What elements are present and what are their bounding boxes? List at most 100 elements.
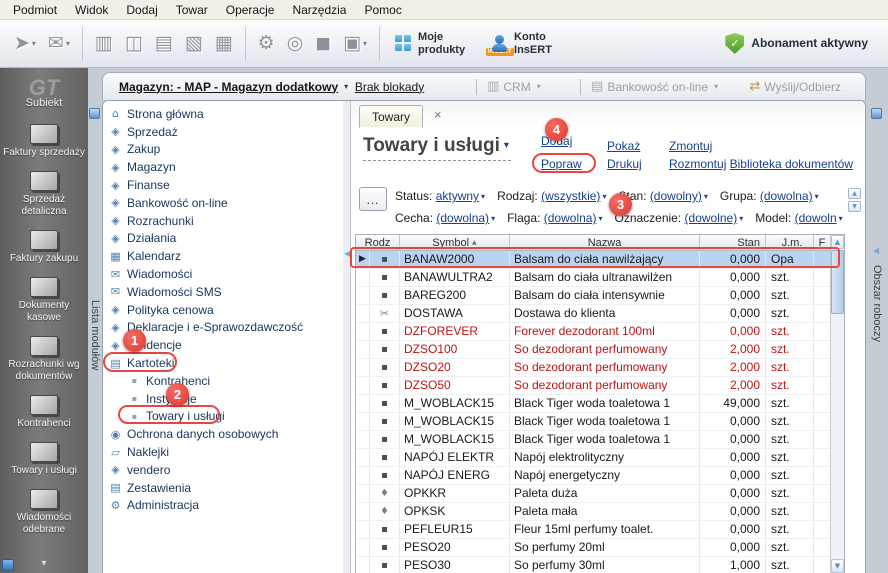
tree-item-instytucje[interactable]: ▪Instytucje [103, 390, 343, 408]
menu-narzedzia[interactable]: Narzędzia [283, 1, 355, 19]
menu-widok[interactable]: Widok [66, 1, 117, 19]
printer-button[interactable]: ▦ [209, 29, 239, 58]
table-row[interactable]: ▪PESO20So perfumy 20ml0,000szt. [356, 539, 831, 557]
moje-produkty-button[interactable]: Moje produkty [386, 27, 481, 60]
collapse-left-icon[interactable]: ◀ [873, 246, 879, 255]
pokaz-link[interactable]: Pokaż [607, 139, 640, 153]
tree-item-towary-i-uslugi[interactable]: ▪Towary i usługi [103, 408, 343, 426]
filter-up-icon[interactable]: ▲ [848, 188, 861, 199]
table-row[interactable]: ▶▪BANAW2000Balsam do ciała nawilżający0,… [356, 251, 831, 269]
more-filters-button[interactable]: … [359, 187, 387, 211]
documents-stack-button[interactable]: ▤ [149, 29, 179, 58]
tree-item-polityka-cenowa[interactable]: ◈Polityka cenowa [103, 301, 343, 319]
panel-splitter[interactable]: ◀ [343, 101, 351, 573]
tree-item-naklejki[interactable]: ▱Naklejki [103, 443, 343, 461]
filter-value-dropdown[interactable]: (dowolna) [544, 211, 597, 225]
table-row[interactable]: ▪DZSO100So dezodorant perfumowany2,000sz… [356, 341, 831, 359]
zmontuj-link[interactable]: Zmontuj [669, 139, 712, 153]
filter-down-icon[interactable]: ▼ [848, 201, 861, 212]
scrollbar-thumb[interactable] [831, 250, 844, 314]
collapse-tree-icon[interactable]: ◀ [344, 249, 350, 258]
tree-item-bankowosc-on-line[interactable]: ◈Bankowość on-line [103, 194, 343, 212]
scroll-up-icon[interactable]: ▲ [831, 235, 844, 249]
abonament-button[interactable]: ✓ Abonament aktywny [713, 28, 880, 59]
tree-item-kalendarz[interactable]: ▦Kalendarz [103, 247, 343, 265]
cube-button[interactable]: ◼ [309, 29, 337, 58]
table-row[interactable]: ▪DZSO50So dezodorant perfumowany2,000szt… [356, 377, 831, 395]
close-tab-button[interactable]: × [431, 108, 445, 121]
tree-item-ewidencje[interactable]: ◈Ewidencje [103, 336, 343, 354]
send-button[interactable]: ➤▾ [8, 29, 42, 58]
mail-button[interactable]: ✉▾ [42, 29, 76, 58]
tree-item-magazyn[interactable]: ◈Magazyn [103, 158, 343, 176]
column-header-stan[interactable]: Stan [700, 235, 766, 250]
scroll-down-icon[interactable]: ▼ [831, 559, 844, 573]
tree-item-wiadomosci-sms[interactable]: ✉Wiadomości SMS [103, 283, 343, 301]
menu-towar[interactable]: Towar [167, 1, 217, 19]
warehouse-selector[interactable]: Magazyn: - MAP - Magazyn dodatkowy ▾ [119, 80, 355, 94]
workspace-pin-icon[interactable] [871, 108, 882, 119]
filter-value-dropdown[interactable]: aktywny [436, 189, 479, 203]
banking-dropdown[interactable]: ▤ Bankowość on-line ▾ [591, 79, 749, 94]
menu-operacje[interactable]: Operacje [217, 1, 284, 19]
sidebar-item-sprzedaz-detaliczna[interactable]: Sprzedaż detaliczna [0, 165, 88, 224]
crm-dropdown[interactable]: ▥ CRM ▾ [487, 79, 570, 94]
table-row[interactable]: ▪M_WOBLACK15Black Tiger woda toaletowa 1… [356, 395, 831, 413]
gear-button[interactable]: ⚙ [252, 29, 281, 58]
tree-item-zakup[interactable]: ◈Zakup [103, 141, 343, 159]
tree-item-deklaracje-i-e-sprawozdawczosc[interactable]: ◈Deklaracje i e-Sprawozdawczość [103, 319, 343, 337]
devices-button[interactable]: ▣▾ [337, 29, 373, 58]
tab-towary[interactable]: Towary [359, 105, 423, 128]
tree-item-dzialania[interactable]: ◈Działania [103, 230, 343, 248]
filter-value-dropdown[interactable]: (dowolne) [685, 211, 738, 225]
table-row[interactable]: ▪BANAWULTRA2Balsam do ciała ultranawilże… [356, 269, 831, 287]
filter-value-dropdown[interactable]: (dowoln [795, 211, 837, 225]
table-row[interactable]: ▪BAREG200Balsam do ciała intensywnie0,00… [356, 287, 831, 305]
tree-item-vendero[interactable]: ◈vendero [103, 461, 343, 479]
sidebar-more-chevron-icon[interactable]: ▾ [37, 554, 50, 573]
filter-value-dropdown[interactable]: (dowolny) [650, 189, 702, 203]
tree-item-strona-glowna[interactable]: ⌂Strona główna [103, 105, 343, 123]
filter-value-dropdown[interactable]: (dowolna) [760, 189, 813, 203]
table-row[interactable]: ♦OPKKRPaleta duża0,000szt. [356, 485, 831, 503]
biblioteka-dokumentow-link[interactable]: Biblioteka dokumentów [730, 157, 853, 171]
menu-podmiot[interactable]: Podmiot [4, 1, 66, 19]
send-receive-button[interactable]: ⇄ Wyślij/Odbierz [750, 79, 841, 94]
sidebar-item-dokumenty-kasowe[interactable]: Dokumenty kasowe [0, 271, 88, 330]
tree-item-ochrona-danych-osobowych[interactable]: ◉Ochrona danych osobowych [103, 425, 343, 443]
column-header-rodz[interactable]: Rodz [356, 235, 400, 250]
menu-pomoc[interactable]: Pomoc [355, 1, 410, 19]
filter-value-dropdown[interactable]: (dowolna) [436, 211, 489, 225]
popraw-link[interactable]: Popraw [541, 157, 582, 171]
table-row[interactable]: ♦OPKSKPaleta mała0,000szt. [356, 503, 831, 521]
table-row[interactable]: ▪M_WOBLACK15Black Tiger woda toaletowa 1… [356, 413, 831, 431]
tree-item-zestawienia[interactable]: ▤Zestawienia [103, 479, 343, 497]
sidebar-item-rozrachunki-wg-dokumentow[interactable]: Rozrachunki wg dokumentów [0, 330, 88, 389]
column-header-symbol[interactable]: Symbol▲ [400, 235, 510, 250]
status-tray-icon[interactable] [2, 559, 14, 571]
table-row[interactable]: ▪PEFLEUR15Fleur 15ml perfumy toalet.0,00… [356, 521, 831, 539]
eraser-button[interactable]: ◫ [119, 29, 149, 58]
column-header-nazwa[interactable]: Nazwa [510, 235, 700, 250]
globe-button[interactable]: ◎ [281, 29, 310, 58]
tree-item-finanse[interactable]: ◈Finanse [103, 176, 343, 194]
tree-item-kartoteki[interactable]: ▤Kartoteki [103, 354, 343, 372]
table-row[interactable]: ▪PESO30So perfumy 30ml1,000szt. [356, 557, 831, 573]
pin-icon[interactable] [89, 108, 100, 119]
share-button[interactable]: ▧ [179, 29, 209, 58]
tree-item-kontrahenci[interactable]: ▪Kontrahenci [103, 372, 343, 390]
konto-insert-button[interactable]: INSERT Konto InsERT [481, 27, 577, 60]
table-row[interactable]: ▪NAPÓJ ENERGNapój energetyczny0,000szt. [356, 467, 831, 485]
column-header-j-m[interactable]: J.m. [766, 235, 814, 250]
page-title[interactable]: Towary i usługi▾ [363, 135, 511, 161]
table-row[interactable]: ▪M_WOBLACK15Black Tiger woda toaletowa 1… [356, 431, 831, 449]
filter-value-dropdown[interactable]: (wszystkie) [541, 189, 600, 203]
drukuj-link[interactable]: Drukuj [607, 157, 642, 171]
cash-register-button[interactable]: ▥ [89, 29, 119, 58]
tree-item-administracja[interactable]: ⚙Administracja [103, 497, 343, 515]
sidebar-item-faktury-zakupu[interactable]: Faktury zakupu [0, 224, 88, 271]
table-row[interactable]: ▪NAPÓJ ELEKTRNapój elektrolityczny0,000s… [356, 449, 831, 467]
rozmontuj-link[interactable]: Rozmontuj [669, 157, 726, 171]
dodaj-link[interactable]: Dodaj [541, 134, 572, 148]
menu-dodaj[interactable]: Dodaj [117, 1, 166, 19]
